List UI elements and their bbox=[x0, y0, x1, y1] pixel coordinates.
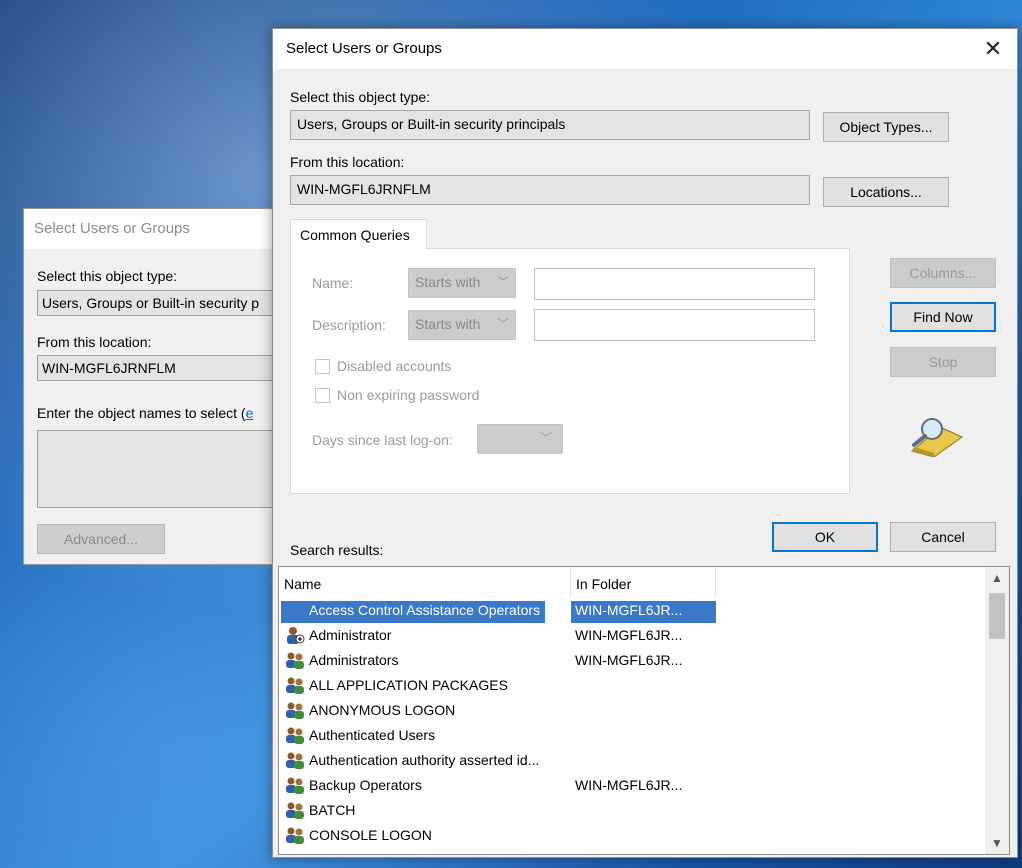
search-magnifier-icon bbox=[910, 418, 963, 457]
bg-enter-names-label: Enter the object names to select (e bbox=[37, 405, 253, 421]
column-header-in-folder[interactable]: In Folder bbox=[571, 567, 716, 597]
row-folder bbox=[571, 726, 716, 748]
row-name: Backup Operators bbox=[309, 777, 422, 793]
scroll-thumb[interactable] bbox=[989, 593, 1005, 639]
days-since-combo: ﹀ bbox=[477, 424, 563, 454]
row-folder: WIN-MGFL6JR... bbox=[575, 627, 683, 643]
row-name: ANONYMOUS LOGON bbox=[309, 702, 456, 718]
row-folder bbox=[571, 701, 716, 723]
bg-object-type-label: Select this object type: bbox=[37, 268, 178, 284]
row-folder bbox=[571, 801, 716, 823]
location-label: From this location: bbox=[290, 154, 405, 170]
disabled-accounts-label: Disabled accounts bbox=[337, 358, 452, 374]
row-name: ALL APPLICATION PACKAGES bbox=[309, 677, 508, 693]
scroll-up-icon[interactable]: ▲ bbox=[985, 567, 1009, 589]
stop-button[interactable]: Stop bbox=[890, 347, 996, 377]
non-expiring-label: Non expiring password bbox=[337, 387, 480, 403]
row-folder: WIN-MGFL6JR... bbox=[571, 601, 716, 623]
chevron-down-icon: ﹀ bbox=[496, 275, 509, 289]
select-users-dialog[interactable]: Select Users or Groups ✕ Select this obj… bbox=[272, 28, 1018, 858]
columns-button[interactable]: Columns... bbox=[890, 258, 996, 288]
object-types-button[interactable]: Object Types... bbox=[823, 112, 949, 142]
chevron-down-icon: ﹀ bbox=[496, 317, 509, 331]
close-icon[interactable]: ✕ bbox=[975, 33, 1011, 65]
row-folder: WIN-MGFL6JR... bbox=[575, 777, 683, 793]
row-name: Authentication authority asserted id... bbox=[309, 752, 540, 768]
search-results-label: Search results: bbox=[290, 542, 384, 558]
common-queries-panel: Name: Starts with ﹀ Description: Starts … bbox=[290, 248, 850, 494]
locations-button[interactable]: Locations... bbox=[823, 177, 949, 207]
row-name: Authenticated Users bbox=[309, 727, 436, 743]
cancel-button[interactable]: Cancel bbox=[890, 522, 996, 552]
row-name: Access Control Assistance Operators bbox=[281, 601, 546, 623]
days-since-label: Days since last log-on: bbox=[312, 432, 453, 448]
row-folder bbox=[571, 751, 716, 773]
bg-advanced-button[interactable]: Advanced... bbox=[37, 524, 165, 554]
row-name: Administrator bbox=[309, 627, 392, 643]
description-input[interactable] bbox=[534, 309, 815, 341]
ok-button[interactable]: OK bbox=[772, 522, 878, 552]
name-match-combo: Starts with ﹀ bbox=[408, 268, 516, 298]
background-dialog-title: Select Users or Groups bbox=[34, 220, 190, 237]
location-field: WIN-MGFL6JRNFLM bbox=[290, 175, 810, 205]
column-header-name[interactable]: Name bbox=[279, 567, 571, 597]
object-type-label: Select this object type: bbox=[290, 89, 431, 105]
dialog-titlebar[interactable]: Select Users or Groups ✕ bbox=[273, 29, 1017, 69]
description-match-value: Starts with bbox=[415, 316, 481, 332]
description-match-combo: Starts with ﹀ bbox=[408, 310, 516, 340]
row-folder: WIN-MGFL6JR... bbox=[575, 652, 683, 668]
results-scrollbar[interactable]: ▲ ▼ bbox=[985, 567, 1009, 854]
name-input[interactable] bbox=[534, 268, 815, 300]
tab-common-queries[interactable]: Common Queries bbox=[290, 219, 427, 249]
row-folder bbox=[571, 676, 716, 698]
scroll-down-icon[interactable]: ▼ bbox=[985, 832, 1009, 854]
disabled-accounts-checkbox[interactable] bbox=[315, 359, 330, 374]
find-now-button[interactable]: Find Now bbox=[890, 302, 996, 332]
description-label: Description: bbox=[312, 317, 386, 333]
name-match-value: Starts with bbox=[415, 274, 481, 290]
dialog-title: Select Users or Groups bbox=[286, 40, 442, 57]
non-expiring-checkbox[interactable] bbox=[315, 388, 330, 403]
bg-examples-link[interactable]: e bbox=[246, 405, 254, 421]
row-name: CONSOLE LOGON bbox=[309, 827, 432, 843]
row-name: BATCH bbox=[309, 802, 356, 818]
search-results-list[interactable]: Name In Folder Access Control Assistance… bbox=[278, 566, 1010, 855]
row-folder bbox=[571, 826, 716, 848]
object-type-field: Users, Groups or Built-in security princ… bbox=[290, 110, 810, 140]
chevron-down-icon: ﹀ bbox=[539, 431, 552, 445]
row-name: Administrators bbox=[309, 652, 399, 668]
name-label: Name: bbox=[312, 275, 354, 291]
bg-enter-names-text: Enter the object names to select ( bbox=[37, 405, 246, 421]
bg-location-label: From this location: bbox=[37, 334, 152, 350]
